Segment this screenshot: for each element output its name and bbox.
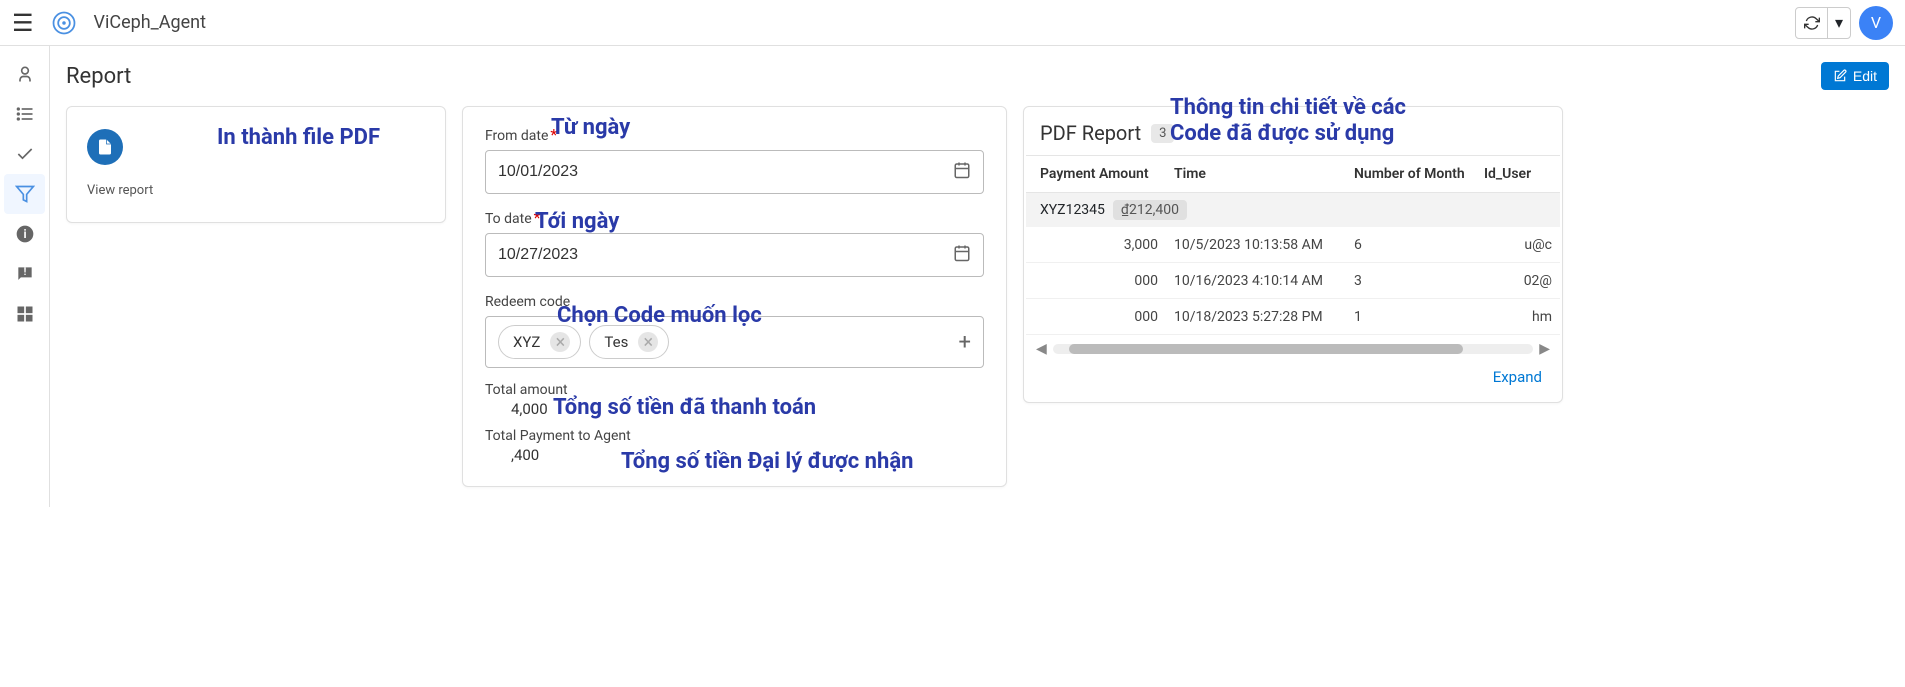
- sidebar-filter-icon[interactable]: [4, 174, 45, 214]
- col-time[interactable]: Time: [1166, 166, 1346, 182]
- sidebar-list-icon[interactable]: [0, 94, 49, 134]
- svg-text:!: !: [23, 267, 26, 278]
- group-code: XYZ12345: [1040, 202, 1105, 218]
- sidebar-user-icon[interactable]: [0, 54, 49, 94]
- calendar-icon[interactable]: [953, 244, 971, 266]
- app-title: ViCeph_Agent: [94, 12, 206, 33]
- sync-button[interactable]: [1796, 8, 1828, 38]
- sync-caret[interactable]: ▾: [1828, 8, 1850, 38]
- to-date-input[interactable]: [498, 246, 953, 264]
- table-row[interactable]: 000 10/16/2023 4:10:14 AM 3 02@: [1026, 263, 1560, 299]
- report-count-badge: 3: [1151, 124, 1174, 143]
- redeem-code-label: Redeem code: [485, 294, 570, 310]
- horizontal-scrollbar[interactable]: ◀ ▶: [1026, 335, 1560, 359]
- from-date-label: From date: [485, 128, 548, 144]
- from-date-input-wrap[interactable]: [485, 150, 984, 194]
- sync-group: ▾: [1795, 7, 1851, 39]
- from-date-input[interactable]: [498, 163, 953, 181]
- group-row[interactable]: XYZ12345 ₫212,400: [1026, 193, 1560, 227]
- form-card: Từ ngày From date* Tới ngày To date*: [462, 106, 1007, 487]
- calendar-icon[interactable]: [953, 161, 971, 183]
- app-logo: [48, 7, 80, 39]
- table-row[interactable]: 3,000 10/5/2023 10:13:58 AM 6 u@c: [1026, 227, 1560, 263]
- col-months[interactable]: Number of Month: [1346, 166, 1476, 182]
- user-avatar[interactable]: V: [1859, 6, 1893, 40]
- sidebar-apps-icon[interactable]: [0, 294, 49, 334]
- expand-link[interactable]: Expand: [1493, 368, 1542, 386]
- total-amount-value: 4,000: [511, 400, 984, 418]
- report-card: Thông tin chi tiết về các Code đã được s…: [1023, 106, 1563, 403]
- scroll-right-icon[interactable]: ▶: [1539, 341, 1550, 357]
- content: Report Edit In thành file PDF View repor…: [50, 46, 1905, 507]
- total-amount-label: Total amount: [485, 382, 984, 398]
- col-user[interactable]: Id_User: [1476, 166, 1560, 182]
- report-title: PDF Report: [1040, 121, 1141, 145]
- edit-label: Edit: [1853, 68, 1877, 84]
- table-row[interactable]: 000 10/18/2023 5:27:28 PM 1 hm: [1026, 299, 1560, 335]
- chip-remove-icon[interactable]: ×: [638, 332, 658, 352]
- page-title: Report: [66, 64, 131, 89]
- sidebar-feedback-icon[interactable]: !: [0, 254, 49, 294]
- scroll-thumb[interactable]: [1069, 344, 1463, 354]
- group-amount: ₫212,400: [1113, 200, 1187, 220]
- pdf-card: In thành file PDF View report: [66, 106, 446, 223]
- scroll-track[interactable]: [1053, 344, 1533, 354]
- chip-tes: Tes×: [589, 325, 669, 359]
- view-report-link[interactable]: View report: [87, 183, 425, 198]
- to-date-label: To date: [485, 211, 532, 227]
- add-chip-icon[interactable]: +: [959, 330, 971, 355]
- sidebar: i !: [0, 46, 50, 507]
- top-bar: ☰ ViCeph_Agent ▾ V: [0, 0, 1905, 46]
- redeem-chips[interactable]: XYZ× Tes× +: [485, 316, 984, 368]
- to-date-input-wrap[interactable]: [485, 233, 984, 277]
- sidebar-check-icon[interactable]: [0, 134, 49, 174]
- report-table: Payment Amount Time Number of Month Id_U…: [1026, 155, 1560, 335]
- sidebar-info-icon[interactable]: i: [0, 214, 49, 254]
- col-payment-amount[interactable]: Payment Amount: [1026, 166, 1166, 182]
- scroll-left-icon[interactable]: ◀: [1036, 341, 1047, 357]
- chip-remove-icon[interactable]: ×: [550, 332, 570, 352]
- menu-icon[interactable]: ☰: [12, 9, 34, 37]
- pdf-file-icon[interactable]: [87, 129, 123, 165]
- total-payment-value: ,400: [511, 446, 984, 464]
- total-payment-label: Total Payment to Agent: [485, 428, 984, 444]
- chip-xyz: XYZ×: [498, 325, 581, 359]
- edit-button[interactable]: Edit: [1821, 62, 1889, 90]
- svg-text:i: i: [23, 227, 26, 241]
